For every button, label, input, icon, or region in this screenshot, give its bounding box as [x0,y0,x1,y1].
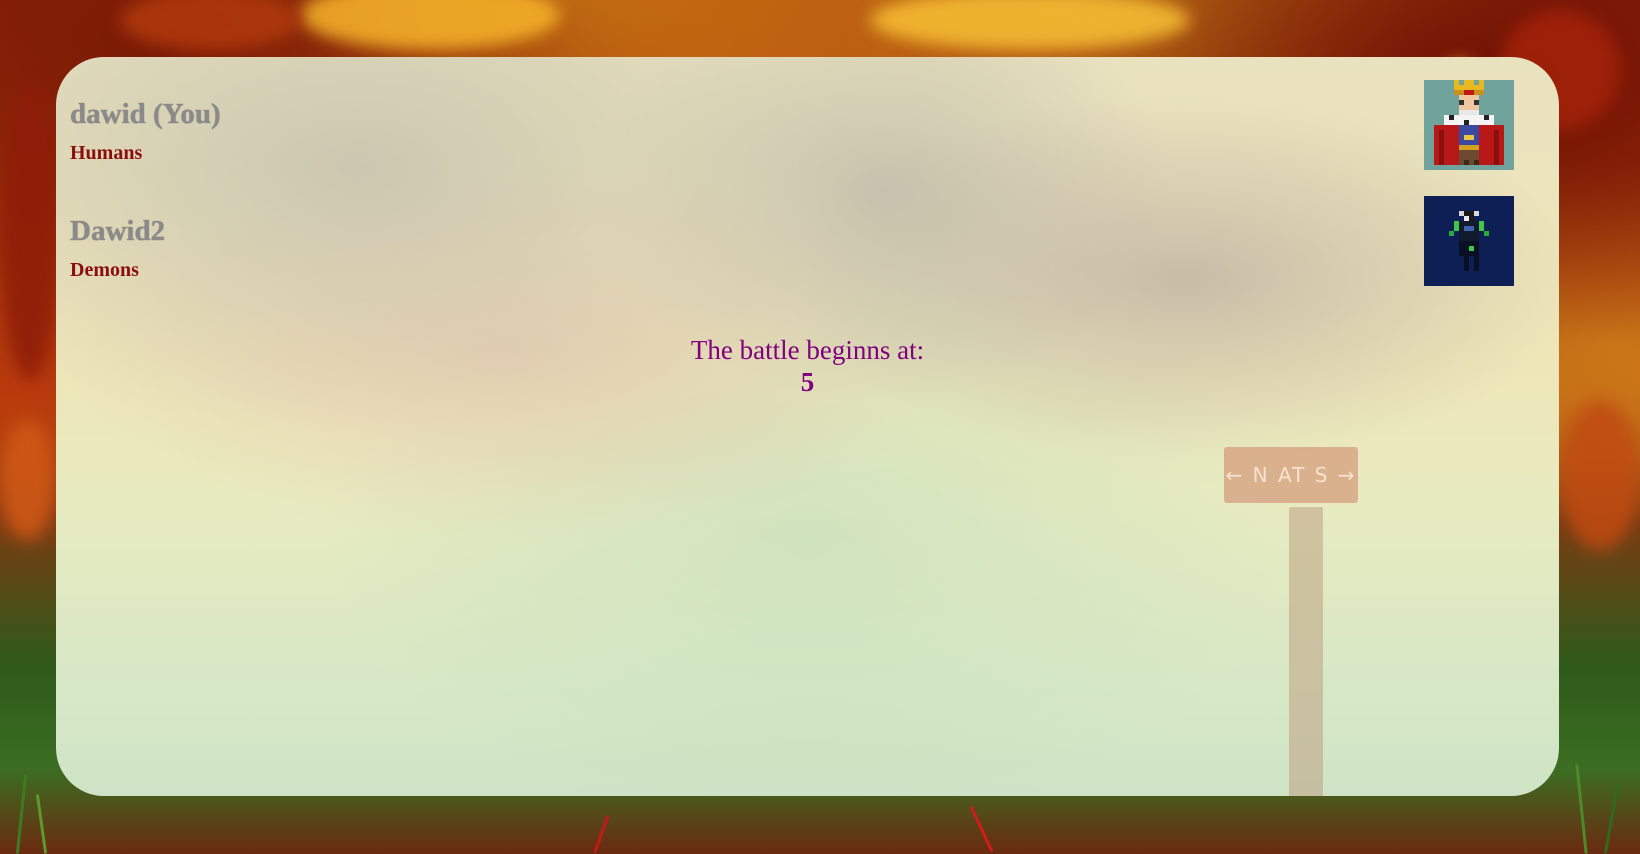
demon-knight-icon [1424,196,1514,286]
battle-countdown: The battle beginns at: 5 [56,334,1559,398]
human-king-icon [1424,80,1514,170]
player-race: Humans [70,142,143,164]
player-race: Demons [70,259,139,281]
player-name: Dawid2 [70,215,166,247]
signpost-pole [1289,507,1323,796]
player-name: dawid (You) [70,98,221,130]
player-entry-1: dawid (You) Humans [70,97,221,165]
player-entry-2: Dawid2 Demons [70,214,165,282]
lobby-panel: ← N AT S → dawid (You) Humans Dawid2 Dem… [56,57,1559,796]
countdown-value: 5 [800,367,815,397]
countdown-label: The battle beginns at: [690,335,925,365]
signpost-board: ← N AT S → [1224,447,1358,503]
